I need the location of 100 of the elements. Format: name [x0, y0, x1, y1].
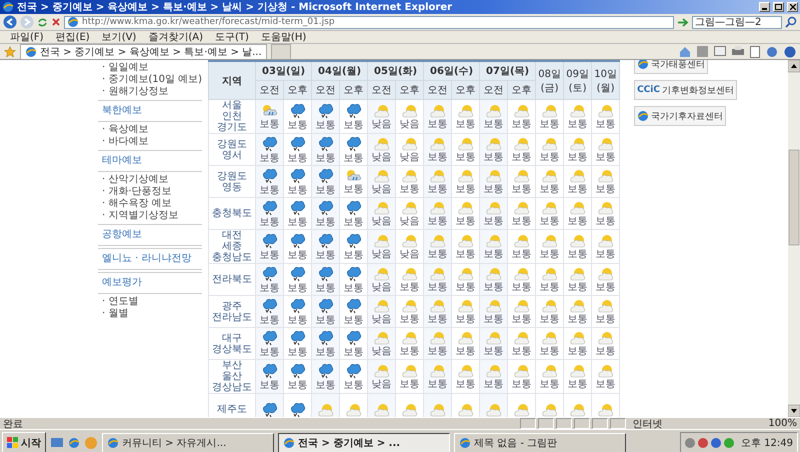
- menu-item[interactable]: 편집(E): [56, 30, 90, 44]
- partner-banner[interactable]: CCiC 기후변화정보센터: [634, 80, 737, 100]
- rain-cloud-icon: [288, 265, 307, 283]
- maximize-icon: [775, 4, 782, 10]
- start-button[interactable]: 시작: [2, 432, 46, 452]
- new-tab-button[interactable]: [270, 44, 291, 59]
- maximize-button[interactable]: [773, 2, 784, 12]
- sidebar-link[interactable]: · 해수욕장 예보: [98, 198, 202, 210]
- security-zone: 인터넷: [632, 418, 664, 430]
- sidebar-link[interactable]: · 육상예보: [98, 124, 202, 136]
- zoom-level[interactable]: 100%: [768, 418, 797, 429]
- level-text: 보통: [512, 249, 532, 260]
- sidebar-link[interactable]: · 일일예보: [98, 62, 202, 74]
- column-header: 오후: [340, 80, 368, 100]
- browser-tab[interactable]: 전국 > 중기예보 > 육상예보 > 특보·예보 > 날...: [20, 44, 267, 59]
- minimize-button[interactable]: [759, 2, 770, 12]
- level-text: 보통: [288, 153, 308, 164]
- stop-icon[interactable]: [51, 17, 61, 27]
- sun-cloud-icon: [540, 168, 559, 184]
- sidebar-link[interactable]: 북한예보: [98, 100, 202, 122]
- globe-icon: [637, 60, 650, 70]
- level-text: 보통: [428, 152, 448, 163]
- sidebar-link[interactable]: · 중기예보(10일 예보): [98, 74, 202, 86]
- column-header: 오후: [508, 80, 536, 100]
- level-text: 보통: [484, 379, 504, 390]
- column-header: 06일(수): [424, 61, 480, 80]
- column-header: 오후: [284, 80, 312, 100]
- level-text: 보통: [540, 216, 560, 227]
- column-header: 05일(화): [368, 61, 424, 80]
- level-text: 보통: [400, 282, 420, 293]
- sun-cloud-icon: [428, 200, 447, 216]
- close-button[interactable]: [787, 2, 798, 12]
- level-text: 보통: [596, 282, 616, 293]
- sidebar-link[interactable]: · 바다예보: [98, 136, 202, 148]
- sun-cloud-icon: [540, 233, 559, 249]
- search-icon[interactable]: [785, 16, 797, 28]
- menu-item[interactable]: 보기(V): [102, 30, 136, 44]
- level-text: 보통: [288, 315, 308, 326]
- sidebar-link[interactable]: · 산악기상예보: [98, 174, 202, 186]
- level-text: 낮음: [372, 346, 392, 357]
- menu-item[interactable]: 파일(F): [10, 30, 44, 44]
- sun-cloud-icon: [484, 402, 503, 417]
- partner-banner[interactable]: 국가태풍센터: [634, 60, 708, 74]
- sun-cloud-icon: [512, 402, 531, 417]
- sun-cloud-icon: [596, 233, 615, 249]
- sidebar-link[interactable]: 예보평가: [98, 272, 202, 294]
- menu-item[interactable]: 도움말(H): [260, 30, 306, 44]
- menu-item[interactable]: 즐겨찾기(A): [148, 30, 203, 44]
- sidebar-link[interactable]: · 월별: [98, 308, 202, 320]
- sun-cloud-icon: [456, 136, 475, 152]
- sun-cloud-icon: [372, 298, 391, 314]
- column-header: 오전: [480, 80, 508, 100]
- sidebar-link[interactable]: 공항예보: [98, 224, 202, 246]
- level-text: 보통: [540, 249, 560, 260]
- sidebar-link[interactable]: · 개화·단풍정보: [98, 186, 202, 198]
- browser-icon: [68, 436, 80, 448]
- sidebar-link[interactable]: 테마예보: [98, 150, 202, 172]
- taskbar-button[interactable]: 전국 > 중기예보 > ...: [278, 432, 450, 452]
- level-text: 보통: [540, 314, 560, 325]
- sidebar-link[interactable]: · 연도별: [98, 296, 202, 308]
- partner-banner[interactable]: 국가기후자료센터: [634, 106, 726, 126]
- rain-cloud-icon: [316, 265, 335, 283]
- printer-icon[interactable]: [732, 46, 744, 56]
- sidebar-link[interactable]: · 원해기상정보: [98, 86, 202, 98]
- level-text: 보통: [540, 282, 560, 293]
- level-text: 보통: [484, 249, 504, 260]
- sun-cloud-icon: [512, 363, 531, 379]
- flag-icon: [7, 436, 19, 448]
- rain-cloud-icon: [260, 329, 279, 347]
- status-pane: [574, 418, 590, 429]
- back-icon[interactable]: [3, 15, 17, 29]
- go-arrow-icon[interactable]: [677, 16, 689, 28]
- level-text: 보통: [596, 216, 616, 227]
- level-text: 보통: [288, 120, 308, 131]
- taskbar-button[interactable]: 제목 없음 - 그림판: [454, 432, 626, 452]
- rain-cloud-icon: [288, 297, 307, 315]
- rain-cloud-icon: [260, 232, 279, 250]
- address-field[interactable]: http://www.kma.go.kr/weather/forecast/mid-term_01.jsp: [64, 16, 674, 28]
- page-menu-icon[interactable]: [750, 46, 760, 58]
- desktop-icon[interactable]: [50, 436, 64, 450]
- rain-cloud-icon: [344, 265, 363, 283]
- star-icon[interactable]: [4, 46, 16, 58]
- sidebar-link[interactable]: · 지역별기상정보: [98, 210, 202, 222]
- taskbar-button[interactable]: 커뮤니티 > 자유게시...: [102, 432, 274, 452]
- level-text: 보통: [428, 314, 448, 325]
- sun-cloud-icon: [568, 266, 587, 282]
- level-text: 보통: [484, 216, 504, 227]
- search-field[interactable]: 그림—그림—2: [692, 16, 782, 28]
- sidebar-link[interactable]: 엘니뇨 · 라니냐전망: [98, 248, 202, 270]
- rain-cloud-icon: [344, 135, 363, 153]
- refresh-icon[interactable]: [37, 16, 48, 28]
- scrollbar[interactable]: [788, 60, 800, 417]
- menu-item[interactable]: 도구(T): [215, 30, 249, 44]
- level-text: 보통: [428, 216, 448, 227]
- sun-cloud-icon: [428, 402, 447, 417]
- level-text: 보통: [568, 379, 588, 390]
- level-text: 보통: [484, 282, 504, 293]
- level-text: 낮음: [372, 119, 392, 130]
- column-header: 07일(목): [480, 61, 536, 80]
- sun-cloud-icon: [400, 200, 419, 216]
